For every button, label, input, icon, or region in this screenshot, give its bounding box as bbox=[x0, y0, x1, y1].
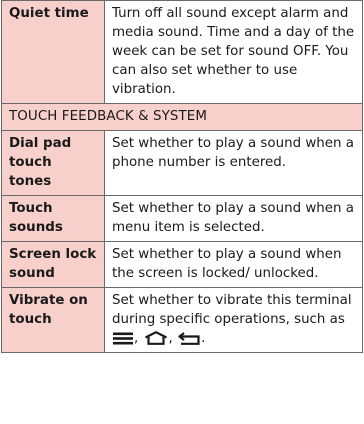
settings-table: Quiet time Turn off all sound except ala… bbox=[1, 0, 363, 353]
setting-description-quiet-time: Turn off all sound except alarm and medi… bbox=[104, 0, 363, 104]
setting-name-quiet-time: Quiet time bbox=[1, 0, 105, 104]
separator-comma: , bbox=[134, 331, 139, 346]
table-row: Dial pad touch tones Set whether to play… bbox=[1, 130, 363, 196]
table-row: Touch sounds Set whether to play a sound… bbox=[1, 195, 363, 242]
section-header-row: TOUCH FEEDBACK & SYSTEM bbox=[1, 103, 363, 131]
table-row: Quiet time Turn off all sound except ala… bbox=[1, 0, 363, 104]
setting-description-dial-pad-touch-tones: Set whether to play a sound when a phone… bbox=[104, 130, 363, 196]
menu-icon bbox=[113, 332, 133, 345]
setting-name-vibrate-on-touch: Vibrate on touch bbox=[1, 287, 105, 353]
setting-name-screen-lock-sound: Screen lock sound bbox=[1, 241, 105, 288]
setting-description-screen-lock-sound: Set whether to play a sound when the scr… bbox=[104, 241, 363, 288]
setting-description-vibrate-on-touch: Set whether to vibrate this terminal dur… bbox=[104, 287, 363, 353]
separator-comma: , bbox=[168, 331, 173, 346]
section-title: TOUCH FEEDBACK & SYSTEM bbox=[1, 103, 363, 131]
back-icon bbox=[178, 331, 200, 345]
vibrate-description-text: Set whether to vibrate this terminal dur… bbox=[112, 293, 352, 327]
home-icon bbox=[144, 331, 168, 345]
table-row: Vibrate on touch Set whether to vibrate … bbox=[1, 287, 363, 353]
period: . bbox=[201, 331, 206, 346]
setting-description-touch-sounds: Set whether to play a sound when a menu … bbox=[104, 195, 363, 242]
setting-name-dial-pad-touch-tones: Dial pad touch tones bbox=[1, 130, 105, 196]
setting-name-touch-sounds: Touch sounds bbox=[1, 195, 105, 242]
table-row: Screen lock sound Set whether to play a … bbox=[1, 241, 363, 288]
